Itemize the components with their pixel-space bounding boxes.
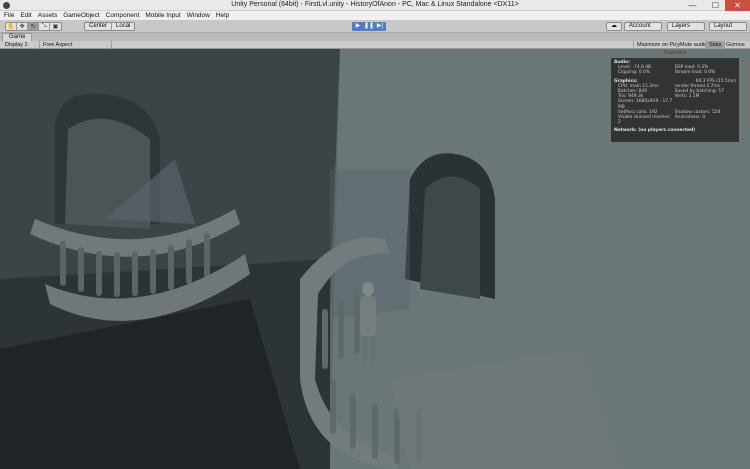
stat-screen: Screen: 1680x919 - 17.7 MB bbox=[618, 99, 673, 110]
scale-icon[interactable]: ⤡ bbox=[39, 23, 50, 30]
menu-component[interactable]: Component bbox=[106, 11, 140, 20]
main-toolbar: ✋ ✥ ↻ ⤡ ▣ Center Local ▶ ❚❚ ▶| ☁ Account… bbox=[0, 20, 750, 33]
pivot-center-button[interactable]: Center bbox=[85, 23, 113, 30]
close-button[interactable]: ✕ bbox=[725, 0, 750, 11]
game-view-controls: Display 1 Free Aspect Maximize on Play M… bbox=[0, 41, 750, 49]
step-button[interactable]: ▶| bbox=[374, 22, 386, 31]
title-bar: Unity Personal (64bit) - FirstLvl.unity … bbox=[0, 0, 750, 11]
layout-dropdown[interactable]: Layout bbox=[709, 22, 747, 31]
transform-tools: ✋ ✥ ↻ ⤡ ▣ bbox=[5, 22, 62, 31]
statistics-header: Statistics bbox=[663, 50, 687, 56]
game-tab-bar: Game bbox=[0, 33, 750, 41]
maximize-button[interactable]: ☐ bbox=[704, 0, 727, 11]
display-dropdown[interactable]: Display 1 bbox=[2, 41, 40, 49]
gizmos-dropdown[interactable]: Gizmos bbox=[722, 41, 748, 49]
menu-gameobject[interactable]: GameObject bbox=[63, 11, 100, 20]
stat-skinned-meshes: Visible skinned meshes: 2 bbox=[618, 115, 671, 126]
rect-icon[interactable]: ▣ bbox=[50, 23, 61, 30]
tab-game[interactable]: Game bbox=[2, 33, 33, 41]
statistics-panel: Statistics Audio: Level: -74.8 dB DSP loa… bbox=[611, 50, 739, 142]
menu-window[interactable]: Window bbox=[187, 11, 210, 20]
window-title: Unity Personal (64bit) - FirstLvl.unity … bbox=[231, 1, 519, 8]
move-icon[interactable]: ✥ bbox=[17, 23, 28, 30]
play-controls: ▶ ❚❚ ▶| bbox=[352, 22, 386, 31]
menu-help[interactable]: Help bbox=[216, 11, 229, 20]
minimize-button[interactable]: — bbox=[681, 0, 704, 11]
menu-edit[interactable]: Edit bbox=[20, 11, 31, 20]
stat-animations: Animations: 0 bbox=[674, 115, 706, 121]
rotate-icon[interactable]: ↻ bbox=[28, 23, 39, 30]
menu-assets[interactable]: Assets bbox=[38, 11, 58, 20]
aspect-dropdown[interactable]: Free Aspect bbox=[40, 41, 112, 49]
stat-stream-load: Stream load: 0.0% bbox=[674, 70, 716, 76]
menu-bar: File Edit Assets GameObject Component Mo… bbox=[0, 11, 750, 20]
cloud-icon[interactable]: ☁ bbox=[606, 22, 622, 31]
menu-mobile-input[interactable]: Mobile Input bbox=[145, 11, 180, 20]
menu-file[interactable]: File bbox=[4, 11, 14, 20]
account-dropdown[interactable]: Account bbox=[624, 22, 662, 31]
layers-dropdown[interactable]: Layers bbox=[667, 22, 705, 31]
stat-network: Network: (no players connected) bbox=[614, 128, 696, 134]
pivot-local-button[interactable]: Local bbox=[112, 23, 134, 30]
hand-icon[interactable]: ✋ bbox=[6, 23, 17, 30]
stat-clipping: Clipping: 0.0% bbox=[618, 70, 650, 76]
pivot-toggles: Center Local bbox=[84, 22, 136, 31]
